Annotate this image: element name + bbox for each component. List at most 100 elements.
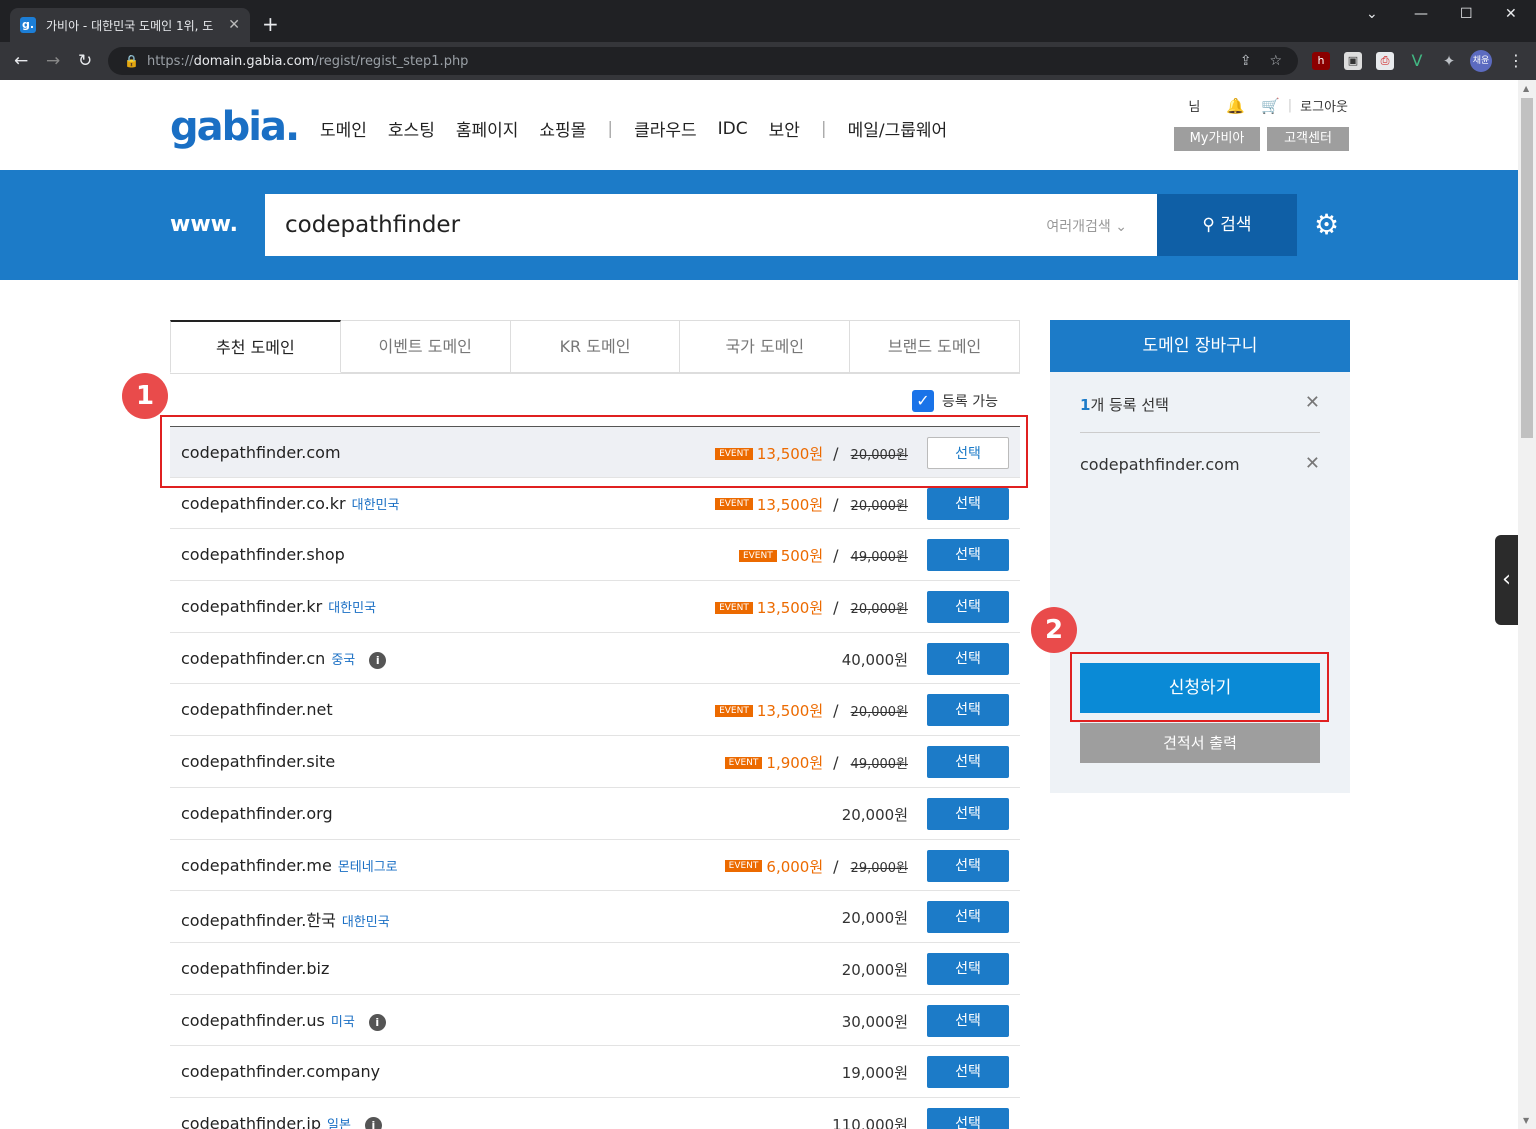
bookmark-star-icon[interactable]: ☆: [1269, 53, 1282, 69]
profile-avatar[interactable]: 채윤: [1470, 50, 1492, 72]
browser-menu-icon[interactable]: ⋮: [1508, 51, 1524, 70]
cart-count: 1개 등록 선택: [1080, 394, 1169, 415]
domain-row: codepathfinder.shop EVENT 500원 / 49,000원 선택: [170, 529, 1020, 582]
original-price: 49,000원: [850, 757, 908, 773]
domain-name: codepathfinder.me: [181, 855, 332, 875]
search-band: www. codepathfinder 여러개검색 ⌄ ⚲ 검색 ⚙: [0, 170, 1518, 280]
tab-recommended[interactable]: 추천 도메인: [170, 320, 341, 373]
clear-cart-icon[interactable]: ✕: [1305, 392, 1320, 413]
scroll-up-icon[interactable]: ▲: [1523, 84, 1529, 93]
available-filter[interactable]: ✓ 등록 가능: [912, 390, 998, 412]
minimize-icon[interactable]: —: [1414, 6, 1428, 22]
domain-row: codepathfinder.kr 대한민국 EVENT 13,500원 / 20,000…: [170, 581, 1020, 633]
country-label: 대한민국: [341, 915, 390, 931]
side-panel-toggle-icon[interactable]: ‹: [1495, 535, 1518, 625]
print-quote-button[interactable]: 견적서 출력: [1080, 723, 1320, 763]
search-button[interactable]: ⚲ 검색: [1157, 194, 1297, 256]
forward-icon[interactable]: →: [46, 51, 60, 71]
event-badge: EVENT: [715, 498, 753, 511]
info-icon[interactable]: i: [364, 1116, 382, 1129]
gabia-logo[interactable]: gabia.: [170, 104, 300, 150]
tab-kr[interactable]: KR 도메인: [510, 320, 681, 373]
callout-badge-2: 2: [1031, 607, 1077, 653]
nav-idc[interactable]: IDC: [718, 119, 748, 139]
support-button[interactable]: 고객센터: [1267, 127, 1349, 151]
cart-icon[interactable]: 🛒: [1261, 97, 1280, 115]
info-icon[interactable]: i: [369, 651, 387, 669]
tab-close-icon[interactable]: ✕: [228, 17, 240, 33]
settings-gear-icon[interactable]: ⚙: [1314, 208, 1339, 241]
logout-link[interactable]: 로그아웃: [1300, 96, 1348, 115]
url-field[interactable]: 🔒 https://domain.gabia.com/regist/regist_…: [108, 47, 1298, 75]
extensions-puzzle-icon[interactable]: ✦: [1440, 52, 1458, 70]
page-scrollbar[interactable]: ▲ ▼: [1518, 80, 1536, 1129]
back-icon[interactable]: ←: [14, 51, 28, 71]
maximize-icon[interactable]: ☐: [1460, 6, 1473, 22]
nav-security[interactable]: 보안: [769, 116, 800, 141]
scrollbar-thumb[interactable]: [1521, 98, 1533, 438]
select-button[interactable]: 선택: [927, 901, 1009, 934]
select-button[interactable]: 선택: [927, 1107, 1009, 1129]
my-gabia-button[interactable]: My가비아: [1174, 127, 1260, 151]
price-cell: 19,000원: [842, 1062, 908, 1083]
tab-country[interactable]: 국가 도메인: [680, 320, 851, 373]
url-path: /regist/regist_step1.php: [314, 54, 469, 69]
nav-cloud[interactable]: 클라우드: [634, 116, 697, 141]
cart-count-text: 개 등록 선택: [1090, 396, 1169, 414]
select-button[interactable]: 선택: [927, 797, 1009, 830]
new-tab-icon[interactable]: +: [262, 12, 279, 36]
original-price: 20,000원: [850, 705, 908, 721]
select-button[interactable]: 선택: [927, 642, 1009, 675]
event-price: 13,500원: [756, 495, 824, 514]
url-host: domain.gabia.com: [193, 54, 315, 69]
checkbox-checked-icon[interactable]: ✓: [912, 390, 934, 412]
price-cell: EVENT 13,500원 / 20,000원: [715, 494, 908, 515]
scroll-down-icon[interactable]: ▼: [1523, 1116, 1529, 1125]
info-icon[interactable]: i: [368, 1013, 386, 1031]
nav-shoppingmall[interactable]: 쇼핑몰: [539, 116, 586, 141]
tab-search-icon[interactable]: ⌄: [1366, 6, 1378, 22]
domain-search-input[interactable]: codepathfinder 여러개검색 ⌄: [265, 194, 1157, 256]
extension-v-icon[interactable]: V: [1408, 52, 1426, 70]
nav-homepage[interactable]: 홈페이지: [456, 116, 519, 141]
bell-icon[interactable]: 🔔: [1226, 97, 1245, 115]
select-button[interactable]: 선택: [927, 694, 1009, 727]
regular-price: 20,000원: [841, 805, 908, 824]
extension-page-icon[interactable]: ▣: [1344, 52, 1362, 70]
price-cell: EVENT 500원 / 49,000원: [738, 545, 908, 566]
callout-badge-1: 1: [122, 373, 168, 419]
extension-h-icon[interactable]: h: [1312, 52, 1330, 70]
reload-icon[interactable]: ↻: [78, 51, 92, 71]
nav-mail-groupware[interactable]: 메일/그룹웨어: [848, 116, 948, 141]
select-button[interactable]: 선택: [927, 1056, 1009, 1089]
domain-row: codepathfinder.한국 대한민국 20,000원 선택: [170, 891, 1020, 943]
select-button[interactable]: 선택: [927, 849, 1009, 882]
regular-price: 110,000원: [832, 1115, 908, 1129]
regular-price: 20,000원: [841, 960, 908, 979]
select-button[interactable]: 선택: [927, 487, 1009, 520]
nav-divider: |: [607, 118, 614, 139]
domain-name: codepathfinder.biz: [181, 958, 330, 978]
browser-tab[interactable]: g. 가비아 - 대한민국 도메인 1위, 도 ✕: [10, 8, 250, 42]
extension-print-icon[interactable]: ⎙: [1376, 52, 1394, 70]
nav-hosting[interactable]: 호스팅: [388, 116, 435, 141]
select-button[interactable]: 선택: [927, 746, 1009, 779]
multi-search-toggle[interactable]: 여러개검색 ⌄: [1046, 216, 1127, 236]
nav-domain[interactable]: 도메인: [320, 116, 367, 141]
domain-name-cell: codepathfinder.biz: [181, 959, 329, 978]
original-price: 29,000원: [850, 860, 908, 876]
tab-event[interactable]: 이벤트 도메인: [340, 320, 511, 373]
domain-row: codepathfinder.company 19,000원 선택: [170, 1046, 1020, 1098]
regular-price: 20,000원: [841, 909, 908, 928]
select-button[interactable]: 선택: [927, 952, 1009, 985]
domain-tabs: 추천 도메인 이벤트 도메인 KR 도메인 국가 도메인 브랜드 도메인: [170, 320, 1020, 374]
share-icon[interactable]: ⇪: [1240, 53, 1252, 69]
remove-item-icon[interactable]: ✕: [1305, 453, 1320, 474]
domain-name-cell: codepathfinder.site: [181, 752, 335, 771]
select-button[interactable]: 선택: [927, 539, 1009, 572]
select-button[interactable]: 선택: [927, 1004, 1009, 1037]
close-window-icon[interactable]: ✕: [1505, 6, 1517, 22]
tab-brand[interactable]: 브랜드 도메인: [850, 320, 1020, 373]
price-cell: 20,000원: [842, 959, 908, 980]
select-button[interactable]: 선택: [927, 591, 1009, 624]
